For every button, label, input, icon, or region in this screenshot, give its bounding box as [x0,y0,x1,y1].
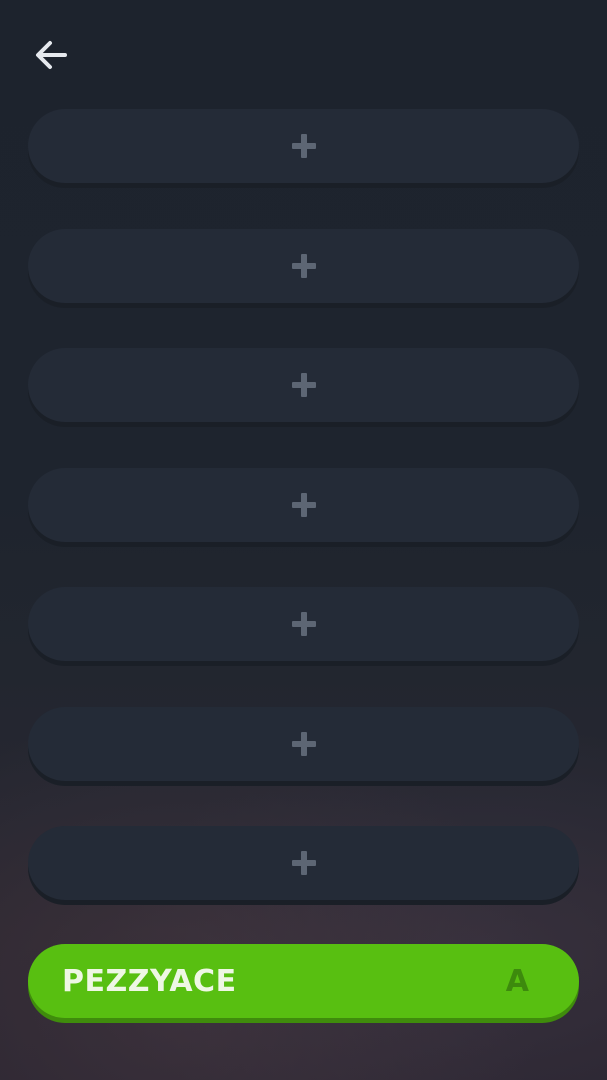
add-player-slot[interactable] [28,348,579,422]
player-slot-list [28,109,579,900]
add-player-slot[interactable] [28,467,579,542]
add-player-slot[interactable] [28,587,579,661]
add-player-slot[interactable] [28,228,579,303]
plus-icon [291,612,316,636]
player-tag: A [505,963,529,999]
current-player-bar[interactable]: PEZZYACE A [28,944,579,1018]
plus-icon [291,851,316,875]
arrow-left-icon [36,41,67,69]
plus-icon [291,134,316,158]
add-player-slot[interactable] [28,109,579,183]
player-name: PEZZYACE [62,963,237,999]
plus-icon [291,373,316,397]
plus-icon [291,492,316,517]
back-button[interactable] [28,32,74,78]
plus-icon [291,731,316,756]
add-player-slot[interactable] [28,706,579,781]
add-player-slot[interactable] [28,826,579,900]
plus-icon [291,253,316,278]
